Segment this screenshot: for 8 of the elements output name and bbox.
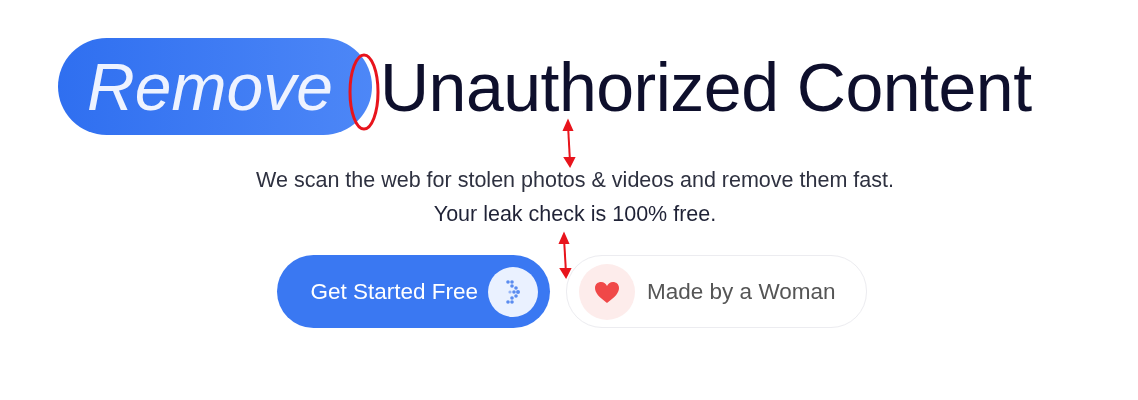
headline: Unauthorized Content [380, 47, 1032, 126]
subtitle-text: We scan the web for stolen photos & videos and remove them fast. [255, 167, 895, 194]
highlight-word: Remove [58, 38, 372, 135]
get-started-button[interactable]: Get Started Free [277, 255, 551, 328]
annotation-arrow [562, 118, 576, 169]
annotation-arrow [558, 231, 572, 280]
made-by-badge: Made by a Woman [566, 255, 867, 328]
subtitle-text: Your leak check is 100% free. [432, 201, 718, 228]
